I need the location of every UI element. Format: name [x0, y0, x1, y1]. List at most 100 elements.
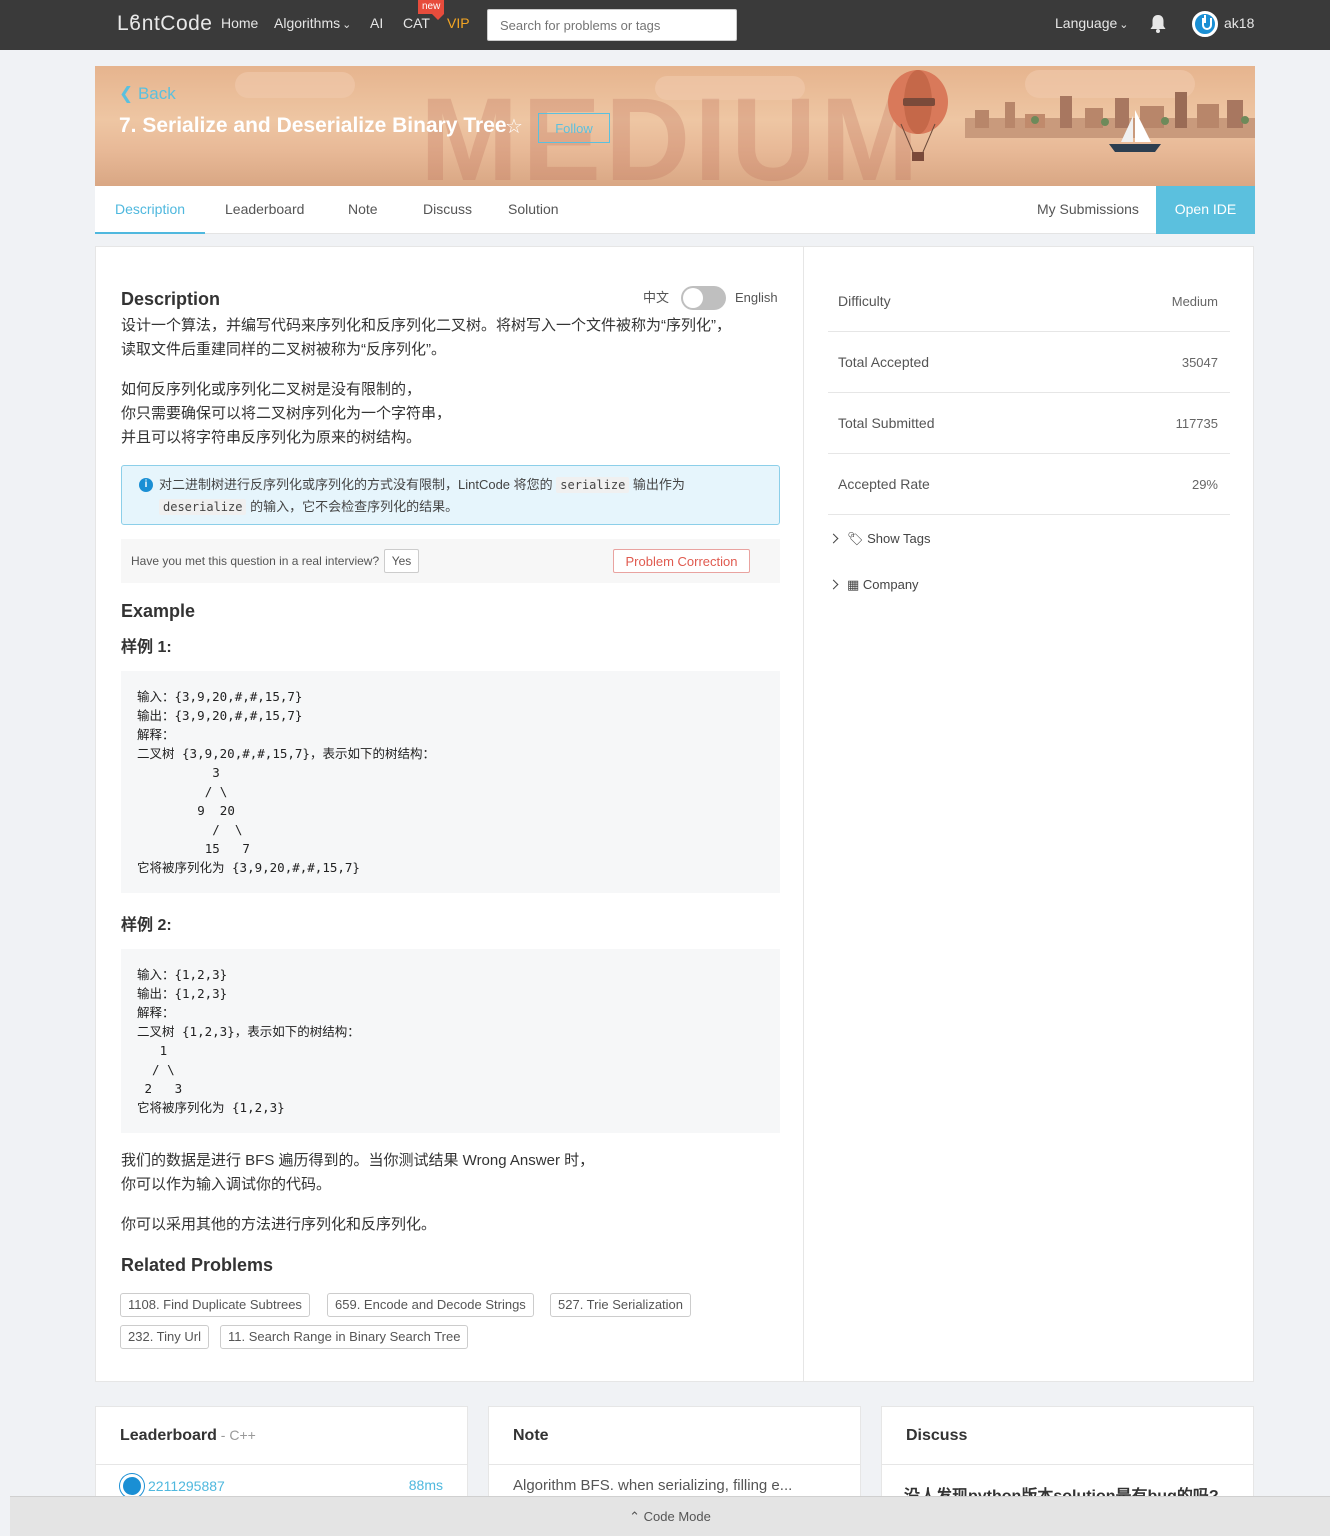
user-avatar-icon[interactable]: [1192, 11, 1218, 37]
star-icon[interactable]: ☆: [505, 114, 523, 139]
description-paragraph: 设计一个算法，并编写代码来序列化和反序列化二叉树。将树写入一个文件被称为“序列化…: [121, 314, 731, 362]
note-preview[interactable]: Algorithm BFS. when serializing, filling…: [513, 1477, 792, 1494]
stat-label: Total Accepted: [838, 354, 930, 370]
code-block: 输入：{1,2,3} 输出：{1,2,3} 解释： 二叉树 {1,2,3}，表示…: [121, 949, 780, 1133]
back-link[interactable]: ❮ Back: [119, 84, 176, 104]
tag-icon: 🏷: [847, 531, 864, 546]
chevron-down-icon: ⌄: [342, 19, 352, 31]
problem-tabs: Description Leaderboard Note Discuss Sol…: [95, 186, 1255, 234]
sample-code: 输入：{3,9,20,#,#,15,7} 输出：{3,9,20,#,#,15,7…: [137, 689, 435, 875]
code-mode-bar[interactable]: ⌃ Code Mode: [10, 1496, 1330, 1536]
stat-row: Difficulty Medium: [828, 271, 1230, 332]
text-line: 如何反序列化或序列化二叉树是没有限制的，: [121, 381, 422, 398]
tab-discuss[interactable]: Discuss: [423, 186, 472, 234]
code-mode-label: Code Mode: [643, 1509, 711, 1524]
cloud-decoration: [235, 72, 355, 98]
lang-en-label: English: [735, 290, 778, 305]
tab-note[interactable]: Note: [348, 186, 378, 234]
language-menu[interactable]: Language ⌄: [1055, 15, 1129, 31]
nav-home[interactable]: Home: [221, 15, 258, 31]
stat-value: 29%: [1191, 477, 1218, 492]
text-line: 你只需要确保可以将二叉树序列化为一个字符串，: [121, 405, 452, 422]
info-notice: i 对二进制树进行反序列化或序列化的方式没有限制，LintCode 将您的 se…: [121, 465, 780, 525]
lintcode-logo[interactable]: LϐntCode: [117, 12, 212, 36]
language-switch[interactable]: [681, 286, 726, 310]
chevron-right-icon: [828, 579, 839, 590]
description-paragraph: 你可以采用其他的方法进行序列化和反序列化。: [121, 1216, 437, 1233]
description-heading: Description: [121, 289, 221, 309]
related-problem-chip[interactable]: 1108. Find Duplicate Subtrees: [120, 1293, 310, 1317]
leaderboard-language: - C++: [216, 1427, 256, 1443]
user-avatar-icon: [120, 1474, 144, 1498]
bell-icon[interactable]: [1149, 14, 1167, 34]
nav-algorithms-label: Algorithms: [274, 15, 341, 31]
company-label: Company: [862, 577, 919, 592]
card-title: Leaderboard - C++: [120, 1427, 256, 1445]
problem-correction-button[interactable]: Problem Correction: [613, 549, 750, 573]
stat-value: 117735: [1175, 416, 1218, 431]
nav-vip[interactable]: VIP: [447, 15, 470, 31]
back-label: Back: [137, 84, 176, 103]
text-line: 你可以作为输入调试你的代码。: [121, 1176, 332, 1193]
description-panel: Description 中文 English 设计一个算法，并编写代码来序列化和…: [95, 246, 804, 1382]
code-block: 输入：{3,9,20,#,#,15,7} 输出：{3,9,20,#,#,15,7…: [121, 671, 780, 893]
chevron-right-icon: [828, 533, 839, 544]
my-submissions-link[interactable]: My Submissions: [1037, 186, 1139, 234]
text-line: 设计一个算法，并编写代码来序列化和反序列化二叉树。将树写入一个文件被称为“序列化…: [121, 317, 731, 334]
stat-label: Total Submitted: [838, 415, 935, 431]
building-icon: ▦: [847, 577, 860, 592]
discuss-title: Discuss: [906, 1427, 968, 1444]
stat-row: Accepted Rate 29%: [828, 454, 1230, 515]
related-problem-chip[interactable]: 11. Search Range in Binary Search Tree: [220, 1325, 469, 1349]
problem-banner: MEDIUM ❮ Back 7. Serialize and Deseriali…: [95, 66, 1255, 186]
chevron-up-icon: ⌃: [629, 1509, 641, 1524]
text-line: 我们的数据是进行 BFS 遍历得到的。当你测试结果 Wrong Answer 时…: [121, 1152, 595, 1169]
company-toggle[interactable]: ▦ Company: [828, 577, 919, 593]
description-paragraph: 如何反序列化或序列化二叉树是没有限制的， 你只需要确保可以将二叉树序列化为一个字…: [121, 378, 451, 450]
sample-title: 样例 1:: [121, 639, 172, 656]
chevron-down-icon: ⌄: [1119, 19, 1129, 31]
nav-algorithms[interactable]: Algorithms ⌄: [274, 15, 351, 31]
tab-leaderboard[interactable]: Leaderboard: [225, 186, 304, 234]
stat-label: Difficulty: [838, 293, 891, 309]
sailboat-icon: [1109, 110, 1161, 152]
username[interactable]: ak18: [1224, 15, 1254, 31]
description-paragraph: 我们的数据是进行 BFS 遍历得到的。当你测试结果 Wrong Answer 时…: [121, 1149, 594, 1197]
follow-button[interactable]: Follow: [538, 113, 610, 143]
language-label: Language: [1055, 15, 1118, 31]
nav-cat[interactable]: CAT: [403, 15, 430, 31]
tab-description[interactable]: Description: [95, 186, 205, 234]
related-problem-chip[interactable]: 232. Tiny Url: [120, 1325, 209, 1349]
stat-row: Total Submitted 117735: [828, 393, 1230, 454]
note-title: Note: [513, 1427, 549, 1444]
yes-button[interactable]: Yes: [384, 549, 419, 573]
info-text: 对二进制树进行反序列化或序列化的方式没有限制，LintCode 将您的 seri…: [159, 474, 769, 518]
leaderboard-time: 88ms: [408, 1477, 443, 1493]
tab-solution[interactable]: Solution: [508, 186, 559, 234]
interview-question: Have you met this question in a real int…: [131, 554, 380, 568]
lang-zh-label: 中文: [643, 290, 670, 305]
stat-value: 35047: [1181, 355, 1218, 370]
divider: [489, 1464, 860, 1465]
related-problem-chip[interactable]: 659. Encode and Decode Strings: [327, 1293, 534, 1317]
info-text-part: 输出作为: [629, 477, 685, 492]
stats-panel: Difficulty Medium Total Accepted 35047 T…: [803, 246, 1254, 1382]
related-problem-chip[interactable]: 527. Trie Serialization: [550, 1293, 692, 1317]
problem-title: 7. Serialize and Deserialize Binary Tree: [119, 114, 507, 137]
stat-row: Total Accepted 35047: [828, 332, 1230, 393]
nav-ai[interactable]: AI: [370, 15, 383, 31]
inline-code: serialize: [556, 477, 630, 493]
text-line: 并且可以将字符串反序列化为原来的树结构。: [121, 429, 422, 446]
interview-bar: Have you met this question in a real int…: [121, 539, 780, 583]
inline-code: deserialize: [159, 499, 247, 515]
sample-title: 样例 2:: [121, 917, 172, 934]
divider: [882, 1464, 1253, 1465]
search-input[interactable]: [487, 9, 737, 41]
open-ide-button[interactable]: Open IDE: [1156, 186, 1255, 234]
related-problems-heading: Related Problems: [121, 1255, 274, 1275]
stat-value: Medium: [1171, 294, 1218, 309]
leaderboard-user-link[interactable]: 2211295887: [148, 1478, 225, 1494]
text-line: 读取文件后重建同样的二叉树被称为“反序列化”。: [121, 341, 446, 358]
show-tags-toggle[interactable]: 🏷 Show Tags: [828, 531, 931, 547]
info-icon: i: [139, 478, 153, 492]
